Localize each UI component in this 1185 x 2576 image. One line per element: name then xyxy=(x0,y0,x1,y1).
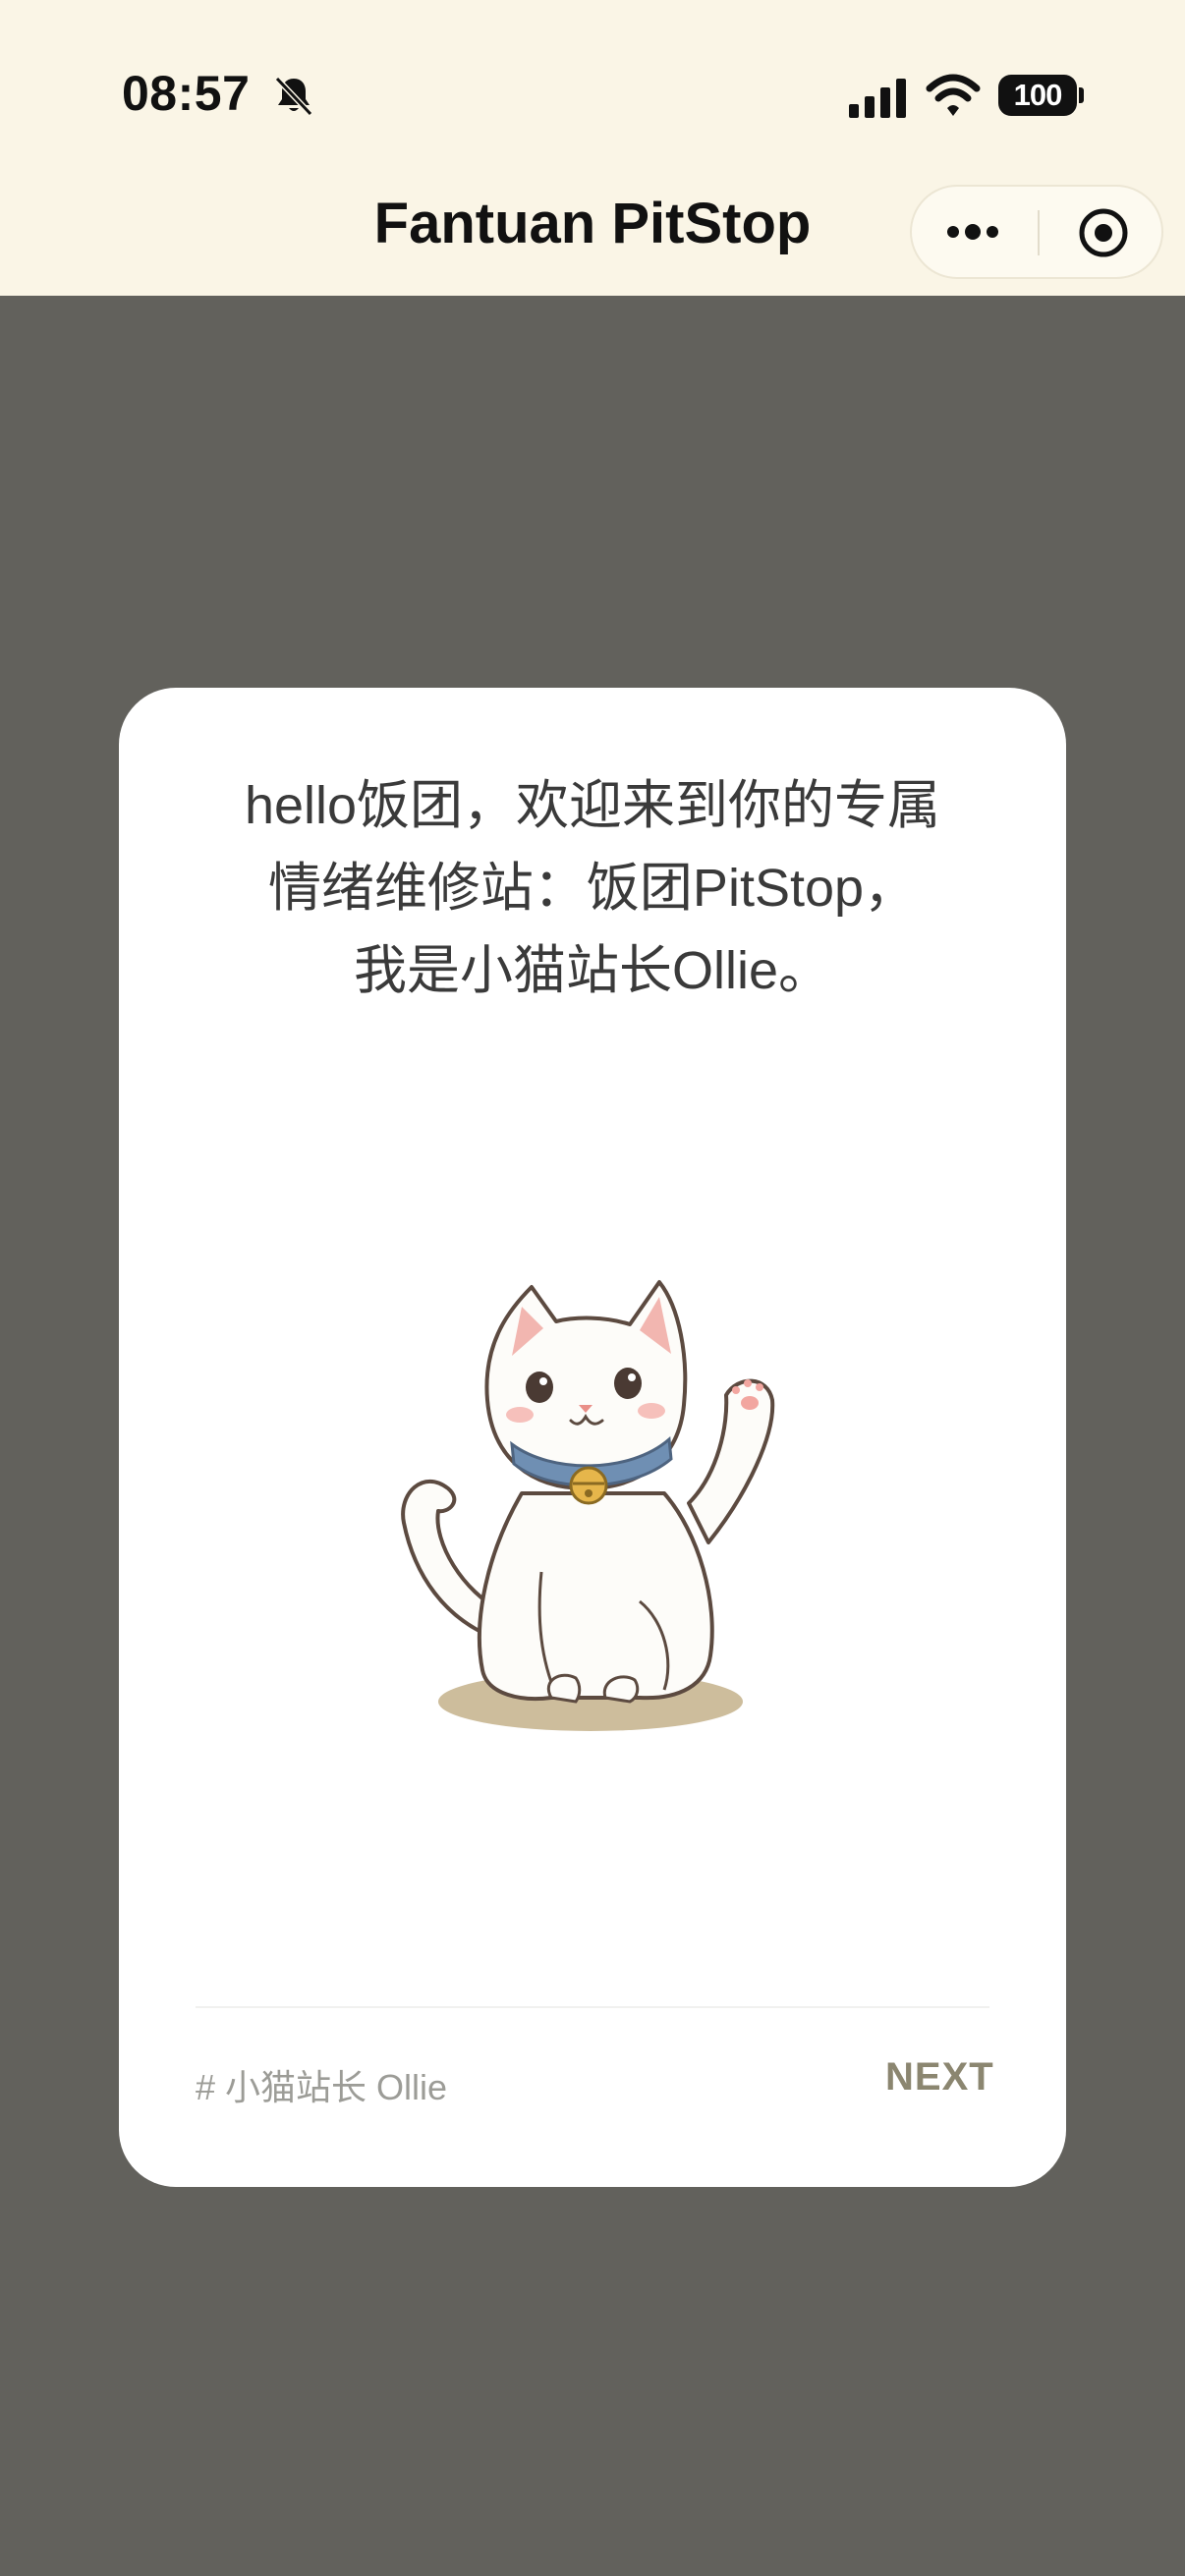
miniprogram-capsule xyxy=(910,185,1163,279)
battery-icon: 100 xyxy=(998,75,1084,116)
target-icon[interactable] xyxy=(1077,206,1130,259)
next-button[interactable]: NEXT xyxy=(885,2055,993,2100)
welcome-line: 我是小猫站长Ollie。 xyxy=(353,941,832,1000)
app-screen: 08:57 100 Fantuan PitStop hello饭团，欢迎来到你的… xyxy=(0,0,1185,2576)
bell-off-icon xyxy=(274,76,313,117)
top-bar: 08:57 100 Fantuan PitStop xyxy=(0,0,1185,296)
battery-nub xyxy=(1079,87,1084,103)
card-divider xyxy=(196,2006,989,2008)
waving-cat-illustration xyxy=(401,1280,775,1731)
welcome-card: hello饭团，欢迎来到你的专属 情绪维修站：饭团PitStop， 我是小猫站长… xyxy=(119,688,1066,2187)
welcome-message: hello饭团，欢迎来到你的专属 情绪维修站：饭团PitStop， 我是小猫站长… xyxy=(178,764,1007,1012)
host-tag: # 小猫站长 Ollie xyxy=(196,2067,448,2107)
welcome-line: hello饭团，欢迎来到你的专属 xyxy=(244,776,941,835)
status-bar: 08:57 100 xyxy=(0,0,1185,187)
battery-level: 100 xyxy=(998,75,1077,116)
more-icon[interactable] xyxy=(941,208,1004,255)
welcome-line: 情绪维修站：饭团PitStop， xyxy=(267,859,918,918)
cellular-signal-icon xyxy=(849,79,906,118)
wifi-icon xyxy=(926,74,981,116)
status-time: 08:57 xyxy=(122,66,251,121)
capsule-divider xyxy=(1038,210,1040,255)
